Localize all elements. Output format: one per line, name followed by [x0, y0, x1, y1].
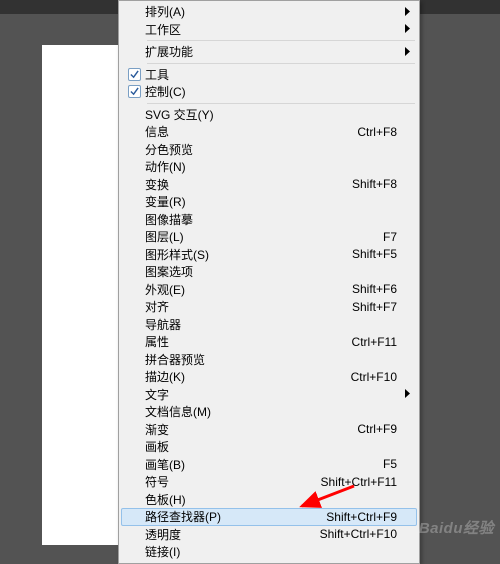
menu-item-label: 拼合器预览	[145, 351, 397, 368]
menu-item-label: 扩展功能	[145, 43, 397, 60]
menu-item-label: 变量(R)	[145, 193, 397, 210]
menu-item[interactable]: 画笔(B)F5	[121, 456, 417, 474]
menu-item[interactable]: 描边(K)Ctrl+F10	[121, 368, 417, 386]
menu-item-label: 属性	[145, 333, 352, 350]
menu-item[interactable]: 属性Ctrl+F11	[121, 333, 417, 351]
menu-item[interactable]: 图形样式(S)Shift+F5	[121, 246, 417, 264]
menu-item-shortcut: Shift+F7	[352, 300, 397, 314]
menu-item[interactable]: 控制(C)	[121, 83, 417, 101]
menu-item[interactable]: 分色预览	[121, 141, 417, 159]
menu-item[interactable]: 扩展功能	[121, 43, 417, 61]
menu-item[interactable]: 符号Shift+Ctrl+F11	[121, 473, 417, 491]
menu-item-label: 画板	[145, 438, 397, 455]
menu-item[interactable]: 对齐Shift+F7	[121, 298, 417, 316]
menu-item-label: 透明度	[145, 526, 320, 543]
menu-item[interactable]: 变换Shift+F8	[121, 176, 417, 194]
submenu-arrow-icon	[405, 387, 411, 401]
menu-item-shortcut: Shift+Ctrl+F11	[321, 475, 397, 489]
menu-item[interactable]: 透明度Shift+Ctrl+F10	[121, 526, 417, 544]
menu-item-label: 图形样式(S)	[145, 246, 352, 263]
menu-item[interactable]: 图像描摹	[121, 211, 417, 229]
menu-item[interactable]: 导航器	[121, 316, 417, 334]
menu-item-label: 画笔(B)	[145, 456, 383, 473]
menu-item[interactable]: 变量(R)	[121, 193, 417, 211]
submenu-arrow-icon	[405, 5, 411, 19]
menu-item-shortcut: Shift+F5	[352, 247, 397, 261]
checkmark-icon	[123, 85, 145, 98]
menu-item-shortcut: F7	[383, 230, 397, 244]
menu-item[interactable]: 色板(H)	[121, 491, 417, 509]
menu-item-shortcut: Shift+F8	[352, 177, 397, 191]
submenu-arrow-icon	[405, 22, 411, 36]
menu-item-label: 变换	[145, 176, 352, 193]
menu-item[interactable]: 动作(N)	[121, 158, 417, 176]
menu-item[interactable]: 链接(I)	[121, 543, 417, 561]
menu-separator	[147, 40, 415, 41]
menu-item-label: 链接(I)	[145, 543, 397, 560]
menu-item[interactable]: 信息Ctrl+F8	[121, 123, 417, 141]
menu-item-shortcut: Shift+F6	[352, 282, 397, 296]
menu-item-shortcut: F5	[383, 457, 397, 471]
menu-item-label: 描边(K)	[145, 368, 351, 385]
menu-item-label: 图像描摹	[145, 211, 397, 228]
menu-separator	[147, 103, 415, 104]
menu-item[interactable]: 图案选项	[121, 263, 417, 281]
menu-item[interactable]: 外观(E)Shift+F6	[121, 281, 417, 299]
menu-item-label: 渐变	[145, 421, 357, 438]
menu-item-label: 导航器	[145, 316, 397, 333]
menu-item-label: 文字	[145, 386, 397, 403]
menu-item-shortcut: Ctrl+F11	[352, 335, 397, 349]
menu-item[interactable]: 拼合器预览	[121, 351, 417, 369]
document-canvas	[42, 45, 122, 545]
menu-item-label: 文档信息(M)	[145, 403, 397, 420]
menu-item[interactable]: 工具	[121, 66, 417, 84]
menu-item-label: 图案选项	[145, 263, 397, 280]
menu-item-label: 控制(C)	[145, 83, 397, 100]
menu-item-label: 外观(E)	[145, 281, 352, 298]
menu-item-label: 分色预览	[145, 141, 397, 158]
menu-item[interactable]: SVG 交互(Y)	[121, 106, 417, 124]
menu-item[interactable]: 渐变Ctrl+F9	[121, 421, 417, 439]
menu-item-label: SVG 交互(Y)	[145, 106, 397, 123]
menu-item[interactable]: 文字	[121, 386, 417, 404]
menu-item-shortcut: Ctrl+F10	[351, 370, 397, 384]
menu-item[interactable]: 工作区	[121, 21, 417, 39]
menu-item-label: 动作(N)	[145, 158, 397, 175]
menu-item[interactable]: 路径查找器(P)Shift+Ctrl+F9	[121, 508, 417, 526]
menu-separator	[147, 63, 415, 64]
menu-item[interactable]: 图层(L)F7	[121, 228, 417, 246]
menu-item[interactable]: 画板	[121, 438, 417, 456]
menu-item-label: 对齐	[145, 298, 352, 315]
watermark: Bai͏d͏u经验	[419, 517, 494, 538]
menu-item-shortcut: Shift+Ctrl+F9	[326, 510, 397, 524]
menu-item[interactable]: 排列(A)	[121, 3, 417, 21]
menu-item-label: 图层(L)	[145, 228, 383, 245]
menu-item-label: 排列(A)	[145, 3, 397, 20]
menu-item-label: 工具	[145, 66, 397, 83]
menu-item-label: 符号	[145, 473, 321, 490]
menu-item-shortcut: Ctrl+F9	[357, 422, 397, 436]
menu-item-shortcut: Ctrl+F8	[357, 125, 397, 139]
checkmark-icon	[123, 68, 145, 81]
menu-item-label: 路径查找器(P)	[145, 508, 326, 525]
window-dropdown-menu: 排列(A)工作区扩展功能工具控制(C)SVG 交互(Y)信息Ctrl+F8分色预…	[118, 0, 420, 564]
menu-item-shortcut: Shift+Ctrl+F10	[320, 527, 397, 541]
menu-item-label: 工作区	[145, 21, 397, 38]
menu-item[interactable]: 文档信息(M)	[121, 403, 417, 421]
menu-item-label: 信息	[145, 123, 357, 140]
submenu-arrow-icon	[405, 45, 411, 59]
menu-item-label: 色板(H)	[145, 491, 397, 508]
